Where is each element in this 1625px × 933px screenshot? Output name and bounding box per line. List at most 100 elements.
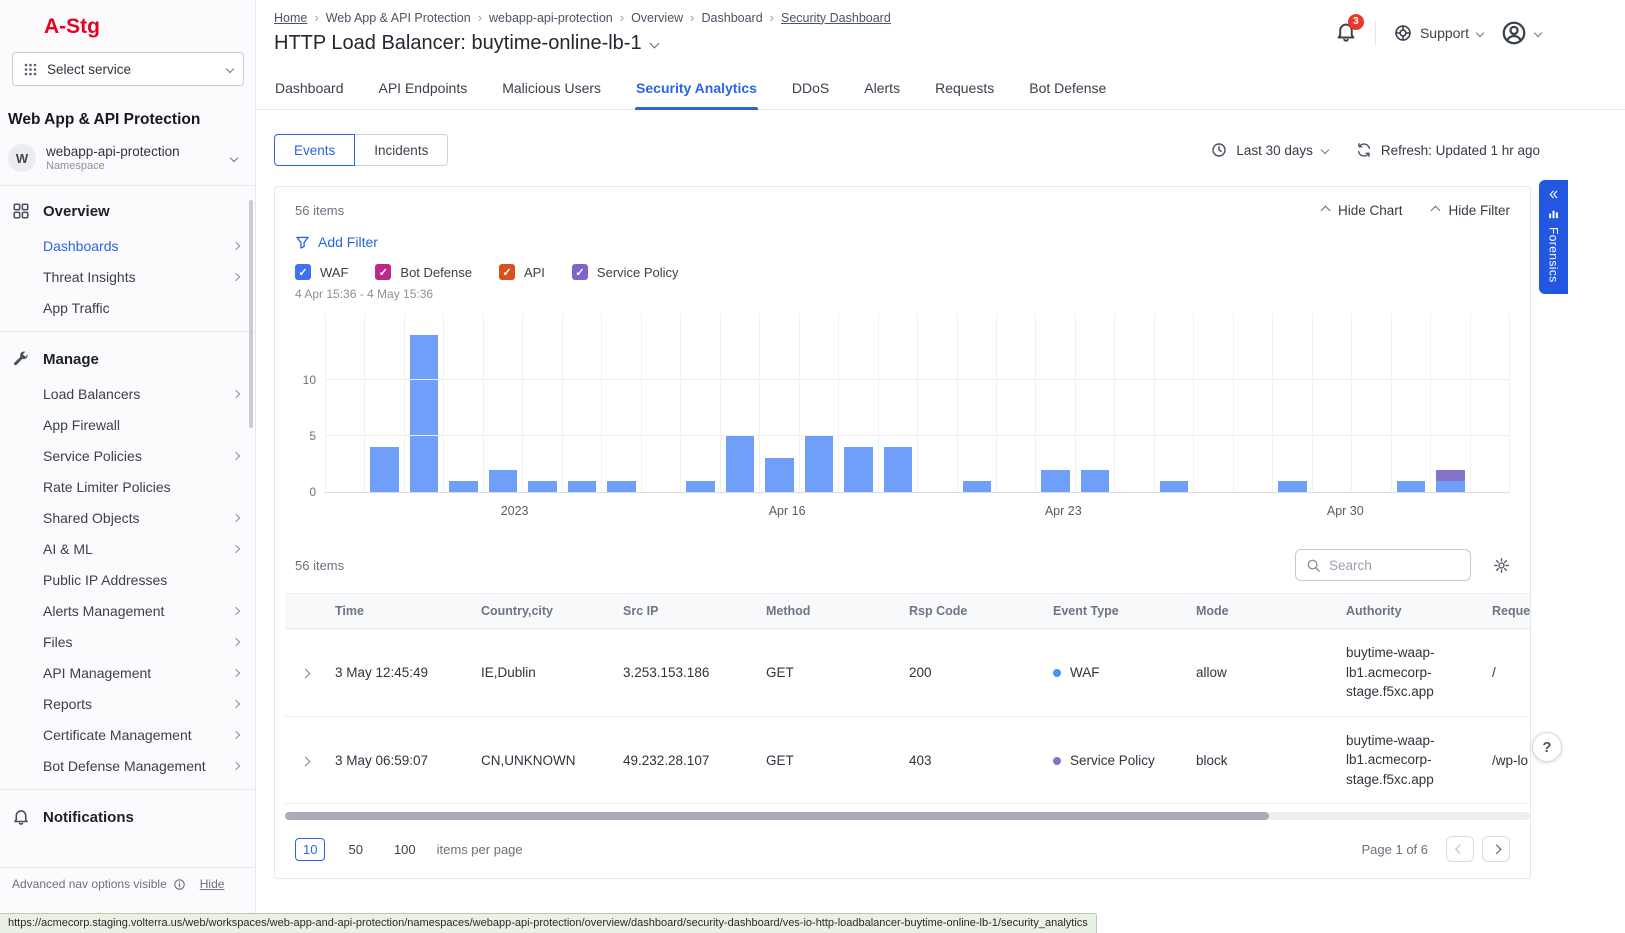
bar-segment-events <box>607 481 635 492</box>
tab-requests[interactable]: Requests <box>934 71 995 109</box>
breadcrumb-separator: › <box>314 10 318 25</box>
refresh-button[interactable]: Refresh: Updated 1 hr ago <box>1356 142 1540 158</box>
chart-bar-slot <box>878 313 917 492</box>
sidebar-item-dashboards[interactable]: Dashboards <box>0 230 255 261</box>
select-service-dropdown[interactable]: Select service <box>12 52 244 86</box>
row-expander-icon[interactable] <box>300 756 310 766</box>
chevron-right-icon <box>232 544 240 552</box>
time-range-label: Last 30 days <box>1236 143 1313 158</box>
app-logo[interactable]: A-Stg <box>44 15 255 39</box>
sidebar-item-alerts-management[interactable]: Alerts Management <box>0 595 255 626</box>
sidebar-item-threat-insights[interactable]: Threat Insights <box>0 261 255 292</box>
tab-dashboard[interactable]: Dashboard <box>274 71 345 109</box>
hide-chart-button[interactable]: Hide Chart <box>1322 203 1403 218</box>
namespace-selector[interactable]: W webapp-api-protection Namespace <box>8 144 245 185</box>
sidebar-item-files[interactable]: Files <box>0 626 255 657</box>
section-notifications[interactable]: Notifications <box>0 798 255 836</box>
y-axis-tick-label: 0 <box>309 485 316 499</box>
sidebar-item-ai-ml[interactable]: AI & ML <box>0 533 255 564</box>
row-expander-icon[interactable] <box>300 668 310 678</box>
section-manage[interactable]: Manage <box>0 340 255 378</box>
chevron-down-icon[interactable] <box>649 39 659 49</box>
notification-badge: 3 <box>1348 14 1364 30</box>
chart-bar-slot <box>720 313 759 492</box>
breadcrumb-item[interactable]: Web App & API Protection <box>326 11 471 25</box>
horizontal-scrollbar[interactable] <box>285 812 1530 820</box>
sidebar-item-public-ip-addresses[interactable]: Public IP Addresses <box>0 564 255 595</box>
cell-authority: buytime-waap-lb1.acmecorp-stage.f5xc.app <box>1336 716 1482 804</box>
search-input[interactable] <box>1329 558 1460 573</box>
sidebar-item-shared-objects[interactable]: Shared Objects <box>0 502 255 533</box>
column-header-request-pa[interactable]: Request Pa <box>1482 594 1530 629</box>
filter-checkbox-waf[interactable]: ✓WAF <box>295 264 348 280</box>
sidebar-item-app-firewall[interactable]: App Firewall <box>0 409 255 440</box>
add-filter-button[interactable]: Add Filter <box>295 234 1510 250</box>
sidebar-item-api-management[interactable]: API Management <box>0 657 255 688</box>
time-range-selector[interactable]: Last 30 days <box>1211 142 1328 158</box>
sidebar-item-rate-limiter-policies[interactable]: Rate Limiter Policies <box>0 471 255 502</box>
tab-ddos[interactable]: DDoS <box>791 71 830 109</box>
breadcrumb-item[interactable]: webapp-api-protection <box>489 11 613 25</box>
column-header-method[interactable]: Method <box>756 594 899 629</box>
checkbox-icon: ✓ <box>499 264 515 280</box>
sidebar-item-load-balancers[interactable]: Load Balancers <box>0 378 255 409</box>
sidebar-item-label: App Firewall <box>43 417 120 433</box>
sidebar-item-bot-defense-management[interactable]: Bot Defense Management <box>0 750 255 781</box>
tab-malicious-users[interactable]: Malicious Users <box>501 71 602 109</box>
bar-segment-events <box>686 481 714 492</box>
prev-page-button[interactable] <box>1446 836 1474 862</box>
column-header-rsp-code[interactable]: Rsp Code <box>899 594 1043 629</box>
tab-alerts[interactable]: Alerts <box>863 71 901 109</box>
filter-checkbox-service-policy[interactable]: ✓Service Policy <box>572 264 679 280</box>
gear-icon[interactable] <box>1493 557 1510 574</box>
breadcrumb-item[interactable]: Dashboard <box>702 11 763 25</box>
filter-checkbox-bot-defense[interactable]: ✓Bot Defense <box>375 264 472 280</box>
filter-label: Service Policy <box>597 265 679 280</box>
chevron-right-icon <box>232 513 240 521</box>
sidebar-scrollbar[interactable] <box>249 200 253 428</box>
section-overview[interactable]: Overview <box>0 192 255 230</box>
help-button[interactable]: ? <box>1532 732 1562 762</box>
toolbar: Events Incidents Last 30 days Refresh: U… <box>256 110 1625 166</box>
info-icon <box>173 878 186 891</box>
page-size-50[interactable]: 50 <box>340 839 370 860</box>
account-menu[interactable] <box>1501 20 1541 46</box>
chevron-right-icon <box>232 606 240 614</box>
hide-chart-label: Hide Chart <box>1338 203 1403 218</box>
sidebar-item-reports[interactable]: Reports <box>0 688 255 719</box>
next-page-button[interactable] <box>1482 836 1510 862</box>
hide-filter-button[interactable]: Hide Filter <box>1432 203 1510 218</box>
section-label: Notifications <box>43 809 134 826</box>
chevron-down-icon <box>230 154 238 162</box>
tab-security-analytics[interactable]: Security Analytics <box>635 71 758 109</box>
notifications-bell-button[interactable]: 3 <box>1335 21 1357 46</box>
column-header-time[interactable]: Time <box>325 594 471 629</box>
column-header-authority[interactable]: Authority <box>1336 594 1482 629</box>
support-menu[interactable]: Support <box>1394 24 1483 42</box>
sidebar-item-certificate-management[interactable]: Certificate Management <box>0 719 255 750</box>
breadcrumb-item[interactable]: Security Dashboard <box>781 11 891 25</box>
events-button[interactable]: Events <box>274 134 355 166</box>
column-header-mode[interactable]: Mode <box>1186 594 1336 629</box>
table-row[interactable]: 3 May 12:45:49IE,Dublin3.253.153.186GET2… <box>285 629 1530 717</box>
hide-link[interactable]: Hide <box>200 877 225 891</box>
column-header-country-city[interactable]: Country,city <box>471 594 613 629</box>
page-size-10[interactable]: 10 <box>295 838 325 861</box>
sidebar-item-app-traffic[interactable]: App Traffic <box>0 292 255 323</box>
column-header-event-type[interactable]: Event Type <box>1043 594 1186 629</box>
pagination: 1050100 items per page Page 1 of 6 <box>295 836 1510 862</box>
tab-bot-defense[interactable]: Bot Defense <box>1028 71 1107 109</box>
sidebar-item-label: Dashboards <box>43 238 119 254</box>
scrollbar-thumb[interactable] <box>285 812 1269 820</box>
incidents-button[interactable]: Incidents <box>354 134 448 166</box>
page-size-100[interactable]: 100 <box>386 839 424 860</box>
breadcrumb-item[interactable]: Overview <box>631 11 683 25</box>
sidebar-item-service-policies[interactable]: Service Policies <box>0 440 255 471</box>
bar-segment-events <box>1081 470 1109 493</box>
forensics-panel-tab[interactable]: Forensics <box>1539 180 1568 294</box>
breadcrumb-item[interactable]: Home <box>274 11 307 25</box>
column-header-src-ip[interactable]: Src IP <box>613 594 756 629</box>
filter-checkbox-api[interactable]: ✓API <box>499 264 545 280</box>
table-row[interactable]: 3 May 06:59:07CN,UNKNOWN49.232.28.107GET… <box>285 716 1530 804</box>
tab-api-endpoints[interactable]: API Endpoints <box>378 71 469 109</box>
